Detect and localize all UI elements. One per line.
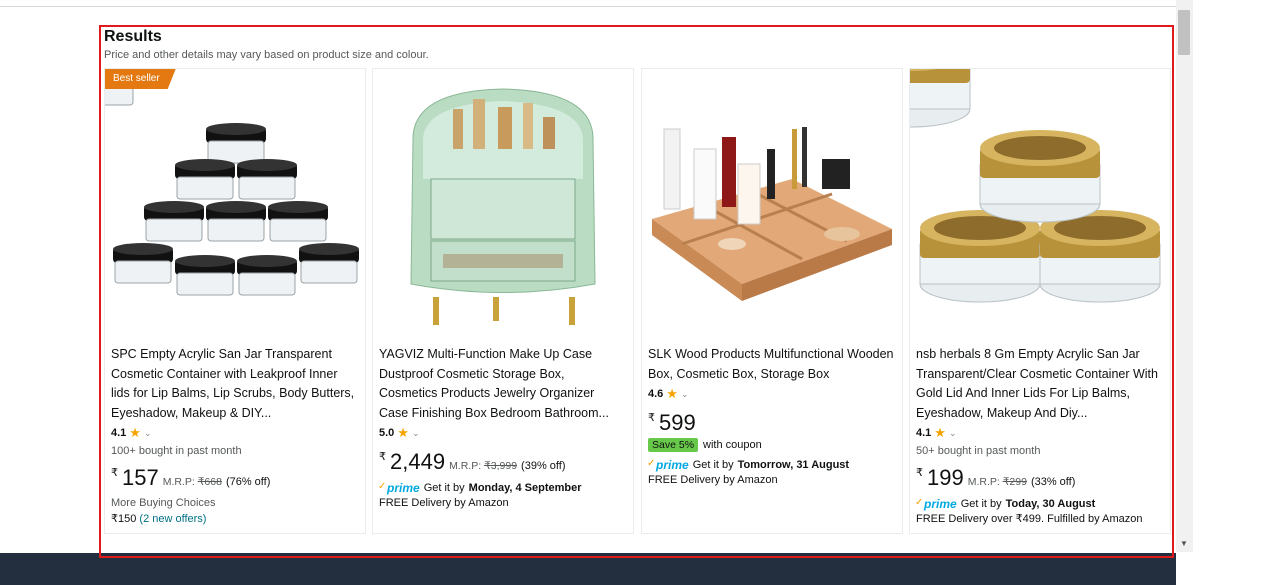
delivery-note: FREE Delivery by Amazon bbox=[648, 474, 778, 486]
product-card[interactable]: nsb herbals 8 Gm Empty Acrylic San Jar T… bbox=[849, 35, 1171, 534]
save-badge: Save 5% bbox=[648, 438, 699, 452]
check-icon: ✓ bbox=[915, 497, 924, 508]
delivery-row: ✓ prime Get it by Today, 30 August bbox=[915, 497, 1162, 511]
offer-price: ₹150 bbox=[111, 513, 137, 525]
top-divider bbox=[0, 6, 1176, 7]
makeup-case-image bbox=[373, 69, 633, 336]
wooden-box-image bbox=[642, 69, 902, 336]
delivery-prefix: Get it by bbox=[960, 498, 1002, 510]
new-offers-link[interactable]: (2 new offers) bbox=[139, 513, 206, 525]
scroll-down-arrow-icon[interactable]: ▼ bbox=[1180, 539, 1188, 548]
discount: (39% off) bbox=[521, 460, 566, 472]
rating-value: 4.6 bbox=[648, 388, 664, 400]
price: 157 bbox=[122, 465, 159, 490]
product-image[interactable] bbox=[642, 69, 902, 336]
footer-band bbox=[0, 553, 1176, 585]
chevron-down-icon[interactable]: ⌄ bbox=[412, 428, 420, 439]
star-icon: ★ bbox=[666, 386, 678, 401]
coupon-text: with coupon bbox=[703, 439, 762, 451]
product-title[interactable]: SPC Empty Acrylic San Jar Transparent Co… bbox=[111, 345, 357, 423]
right-blank-area bbox=[1193, 0, 1275, 585]
bought-count: 100+ bought in past month bbox=[111, 445, 242, 457]
mrp: M.R.P: ₹668 bbox=[163, 476, 222, 488]
results-title: Results bbox=[104, 28, 162, 45]
scrollbar-thumb[interactable] bbox=[1178, 10, 1190, 55]
prime-text: prime bbox=[387, 481, 420, 495]
offer-row: ₹150 (2 new offers) bbox=[111, 511, 357, 527]
scrollbar[interactable]: ▼ bbox=[1176, 0, 1193, 552]
delivery-note: FREE Delivery over ₹499. Fulfilled by Am… bbox=[916, 513, 1143, 525]
best-seller-badge: Best seller bbox=[105, 69, 176, 89]
delivery-date: Tomorrow, 31 August bbox=[737, 459, 850, 471]
mrp: M.R.P: ₹299 bbox=[968, 476, 1027, 488]
chevron-down-icon[interactable]: ⌄ bbox=[681, 389, 689, 400]
price-row: ₹599 bbox=[648, 412, 894, 434]
check-icon: ✓ bbox=[647, 458, 656, 469]
results-subtitle: Price and other details may vary based o… bbox=[104, 49, 429, 61]
prime-text: prime bbox=[656, 458, 689, 472]
mrp-label: M.R.P: bbox=[162, 476, 195, 488]
jar-stack-image bbox=[75, 65, 365, 336]
prime-text: prime bbox=[924, 497, 957, 511]
star-icon: ★ bbox=[397, 425, 409, 440]
rating[interactable]: 4.6 ★ ⌄ bbox=[648, 386, 894, 402]
currency-symbol: ₹ bbox=[111, 467, 118, 479]
more-buying-choices: More Buying Choices bbox=[111, 497, 216, 509]
product-image[interactable] bbox=[373, 69, 633, 336]
rating[interactable]: 4.1 ★ ⌄ bbox=[916, 425, 1162, 441]
product-title[interactable]: nsb herbals 8 Gm Empty Acrylic San Jar T… bbox=[916, 345, 1162, 423]
price: 199 bbox=[927, 465, 964, 490]
prime-logo: ✓ prime bbox=[378, 481, 420, 495]
chevron-down-icon[interactable]: ⌄ bbox=[144, 428, 152, 439]
product-title[interactable]: SLK Wood Products Multifunctional Wooden… bbox=[648, 345, 894, 384]
price-row: ₹199 M.R.P: ₹299 (33% off) bbox=[916, 467, 1162, 489]
discount: (76% off) bbox=[225, 476, 271, 488]
currency-symbol: ₹ bbox=[648, 412, 655, 424]
price-row: ₹157 M.R.P: ₹668 (76% off) bbox=[111, 467, 357, 489]
rating-value: 4.1 bbox=[111, 427, 127, 439]
product-image[interactable]: Best seller bbox=[75, 65, 365, 336]
price: 2,449 bbox=[390, 449, 446, 474]
prime-logo: ✓ prime bbox=[647, 458, 689, 472]
currency-symbol: ₹ bbox=[379, 451, 386, 463]
delivery-date: Today, 30 August bbox=[1005, 498, 1096, 510]
product-image[interactable] bbox=[849, 35, 1170, 336]
bought-count: 50+ bought in past month bbox=[916, 445, 1041, 457]
mrp-value: ₹299 bbox=[1002, 476, 1027, 488]
currency-symbol: ₹ bbox=[916, 467, 923, 479]
results-header: Results Price and other details may vary… bbox=[104, 28, 429, 61]
rating-value: 5.0 bbox=[379, 427, 395, 439]
delivery-note: FREE Delivery by Amazon bbox=[379, 497, 509, 509]
mrp: M.R.P: ₹3,999 bbox=[449, 460, 517, 472]
rating-value: 4.1 bbox=[916, 427, 932, 439]
mrp-label: M.R.P: bbox=[967, 476, 1000, 488]
rating[interactable]: 4.1 ★ ⌄ bbox=[111, 425, 357, 441]
prime-logo: ✓ prime bbox=[915, 497, 957, 511]
gold-jar-image bbox=[849, 35, 1170, 336]
delivery-date: Monday, 4 September bbox=[468, 482, 582, 494]
product-title[interactable]: YAGVIZ Multi-Function Make Up Case Dustp… bbox=[379, 345, 625, 423]
star-icon: ★ bbox=[129, 425, 141, 440]
product-card[interactable]: Best seller SPC Empty Acrylic San Jar Tr… bbox=[75, 65, 366, 534]
mrp-value: ₹3,999 bbox=[484, 460, 518, 472]
product-card[interactable]: YAGVIZ Multi-Function Make Up Case Dustp… bbox=[372, 68, 634, 534]
mrp-label: M.R.P: bbox=[449, 460, 482, 472]
delivery-prefix: Get it by bbox=[692, 459, 734, 471]
check-icon: ✓ bbox=[378, 481, 387, 492]
rating[interactable]: 5.0 ★ ⌄ bbox=[379, 425, 625, 441]
coupon-row[interactable]: Save 5% with coupon bbox=[648, 438, 894, 452]
delivery-row: ✓ prime Get it by Tomorrow, 31 August bbox=[647, 458, 894, 472]
chevron-down-icon[interactable]: ⌄ bbox=[949, 428, 957, 439]
delivery-prefix: Get it by bbox=[423, 482, 465, 494]
star-icon: ★ bbox=[934, 425, 946, 440]
price: 599 bbox=[659, 410, 696, 435]
price-row: ₹2,449 M.R.P: ₹3,999 (39% off) bbox=[379, 451, 625, 473]
delivery-row: ✓ prime Get it by Monday, 4 September bbox=[378, 481, 625, 495]
mrp-value: ₹668 bbox=[197, 476, 222, 488]
discount: (33% off) bbox=[1030, 476, 1076, 488]
product-card[interactable]: SLK Wood Products Multifunctional Wooden… bbox=[641, 68, 903, 534]
